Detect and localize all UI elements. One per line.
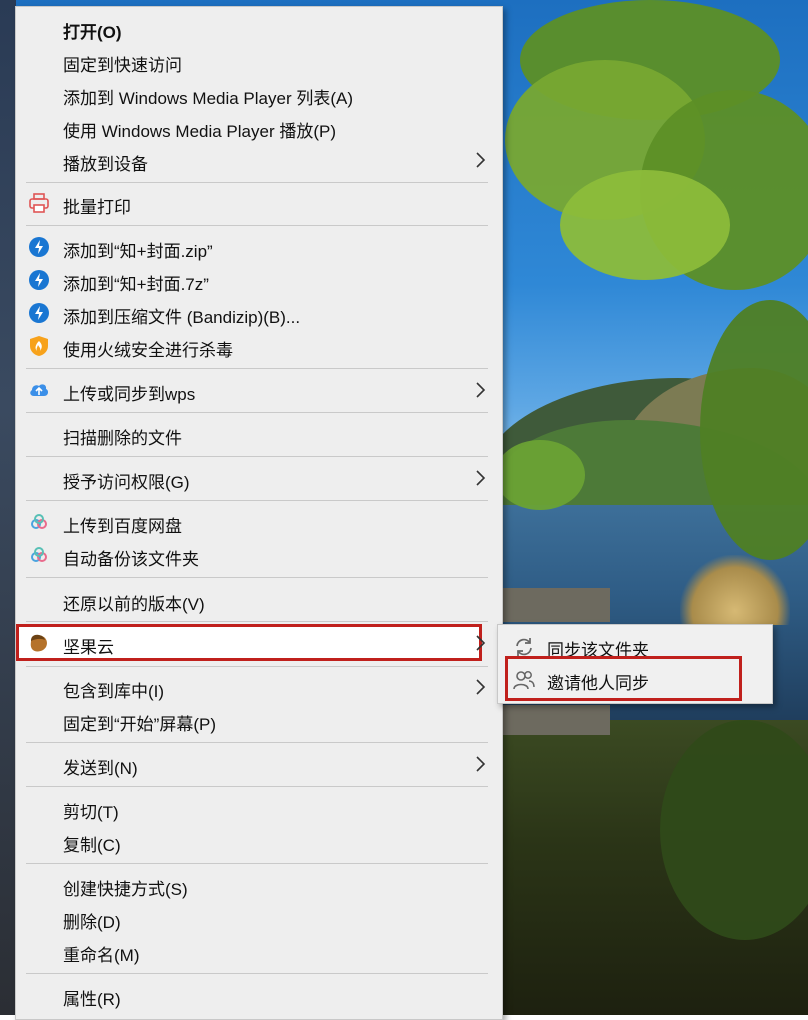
menu-item-grant-access[interactable]: 授予访问权限(G) <box>16 463 502 493</box>
menu-item-label: 固定到快速访问 <box>63 56 182 75</box>
menu-item-include-in-library[interactable]: 包含到库中(I) <box>16 672 502 702</box>
chevron-right-icon <box>476 679 486 695</box>
menu-item-play-with-wmp[interactable]: 使用 Windows Media Player 播放(P) <box>16 112 502 142</box>
menu-item-label: 上传到百度网盘 <box>63 517 182 536</box>
menu-item-batch-print[interactable]: 批量打印 <box>16 188 502 218</box>
menu-item-label: 包含到库中(I) <box>63 682 165 701</box>
menu-item-label: 添加到压缩文件 (Bandizip)(B)... <box>63 308 301 327</box>
menu-item-send-to[interactable]: 发送到(N) <box>16 749 502 779</box>
wallpaper-jetty <box>500 588 610 622</box>
bandizip-icon <box>29 303 49 323</box>
wps-cloud-upload-icon <box>30 384 49 396</box>
menu-item-pin-to-start[interactable]: 固定到“开始”屏幕(P) <box>16 705 502 735</box>
menu-item-label: 扫描删除的文件 <box>63 429 182 448</box>
menu-item-label: 批量打印 <box>63 198 131 217</box>
menu-item-label: 剪切(T) <box>63 803 119 822</box>
baidu-netdisk-icon <box>31 514 47 529</box>
wallpaper-jetty <box>500 705 610 735</box>
menu-item-auto-backup-folder[interactable]: 自动备份该文件夹 <box>16 540 502 570</box>
menu-item-label: 固定到“开始”屏幕(P) <box>63 715 216 734</box>
menu-separator <box>26 742 488 743</box>
huorong-shield-icon <box>30 336 48 356</box>
printer-icon <box>29 193 49 213</box>
menu-separator <box>26 456 488 457</box>
menu-item-label: 使用 Windows Media Player 播放(P) <box>63 122 337 141</box>
menu-item-label: 还原以前的版本(V) <box>63 595 205 614</box>
menu-item-delete[interactable]: 删除(D) <box>16 903 502 933</box>
context-menu: 打开(O) 固定到快速访问 添加到 Windows Media Player 列… <box>15 6 503 1020</box>
menu-item-add-to-7z[interactable]: 添加到“知+封面.7z” <box>16 265 502 295</box>
menu-item-label: 重命名(M) <box>63 946 140 965</box>
menu-separator <box>26 500 488 501</box>
menu-item-label: 添加到“知+封面.7z” <box>63 275 209 294</box>
chevron-right-icon <box>476 382 486 398</box>
chevron-right-icon <box>476 152 486 168</box>
menu-item-label: 删除(D) <box>63 913 121 932</box>
menu-item-pin-quick-access[interactable]: 固定到快速访问 <box>16 46 502 76</box>
menu-item-label: 发送到(N) <box>63 759 138 778</box>
desktop-icons-strip <box>0 0 16 1015</box>
menu-item-copy[interactable]: 复制(C) <box>16 826 502 856</box>
menu-separator <box>26 973 488 974</box>
chevron-right-icon <box>476 470 486 486</box>
menu-separator <box>26 368 488 369</box>
menu-item-label: 创建快捷方式(S) <box>63 880 188 899</box>
menu-item-nutstore[interactable]: 坚果云 <box>16 628 502 658</box>
menu-item-label: 打开(O) <box>63 23 122 42</box>
menu-separator <box>26 621 488 622</box>
menu-item-create-shortcut[interactable]: 创建快捷方式(S) <box>16 870 502 900</box>
menu-item-label: 使用火绒安全进行杀毒 <box>63 341 233 360</box>
menu-separator <box>26 577 488 578</box>
menu-item-label: 授予访问权限(G) <box>63 473 190 492</box>
menu-item-add-to-archive-bandizip[interactable]: 添加到压缩文件 (Bandizip)(B)... <box>16 298 502 328</box>
bandizip-icon <box>29 237 49 257</box>
menu-separator <box>26 666 488 667</box>
menu-separator <box>26 412 488 413</box>
menu-item-label: 添加到“知+封面.zip” <box>63 242 213 261</box>
menu-item-open[interactable]: 打开(O) <box>16 13 502 43</box>
nutstore-acorn-icon <box>30 634 47 652</box>
menu-separator <box>26 786 488 787</box>
menu-item-upload-sync-wps[interactable]: 上传或同步到wps <box>16 375 502 405</box>
menu-item-label: 坚果云 <box>63 638 114 657</box>
menu-item-label: 自动备份该文件夹 <box>63 550 199 569</box>
bandizip-icon <box>29 270 49 290</box>
menu-item-add-to-zip[interactable]: 添加到“知+封面.zip” <box>16 232 502 262</box>
menu-item-rename[interactable]: 重命名(M) <box>16 936 502 966</box>
menu-item-huorong-scan[interactable]: 使用火绒安全进行杀毒 <box>16 331 502 361</box>
menu-separator <box>26 863 488 864</box>
menu-item-restore-previous-versions[interactable]: 还原以前的版本(V) <box>16 585 502 615</box>
chevron-right-icon <box>476 635 486 651</box>
menu-item-properties[interactable]: 属性(R) <box>16 980 502 1010</box>
menu-item-label: 上传或同步到wps <box>63 385 196 404</box>
menu-item-label: 添加到 Windows Media Player 列表(A) <box>63 89 354 108</box>
menu-item-label: 播放到设备 <box>63 155 148 174</box>
menu-item-label: 属性(R) <box>63 990 121 1009</box>
menu-item-scan-deleted-files[interactable]: 扫描删除的文件 <box>16 419 502 449</box>
wallpaper-grass <box>680 555 790 625</box>
menu-item-upload-baidu[interactable]: 上传到百度网盘 <box>16 507 502 537</box>
menu-separator <box>26 182 488 183</box>
baidu-netdisk-icon <box>31 547 47 562</box>
menu-item-cast-to-device[interactable]: 播放到设备 <box>16 145 502 175</box>
menu-separator <box>26 225 488 226</box>
invite-highlight-box <box>505 656 742 701</box>
menu-item-add-to-wmp-list[interactable]: 添加到 Windows Media Player 列表(A) <box>16 79 502 109</box>
menu-item-cut[interactable]: 剪切(T) <box>16 793 502 823</box>
chevron-right-icon <box>476 756 486 772</box>
menu-item-label: 复制(C) <box>63 836 121 855</box>
